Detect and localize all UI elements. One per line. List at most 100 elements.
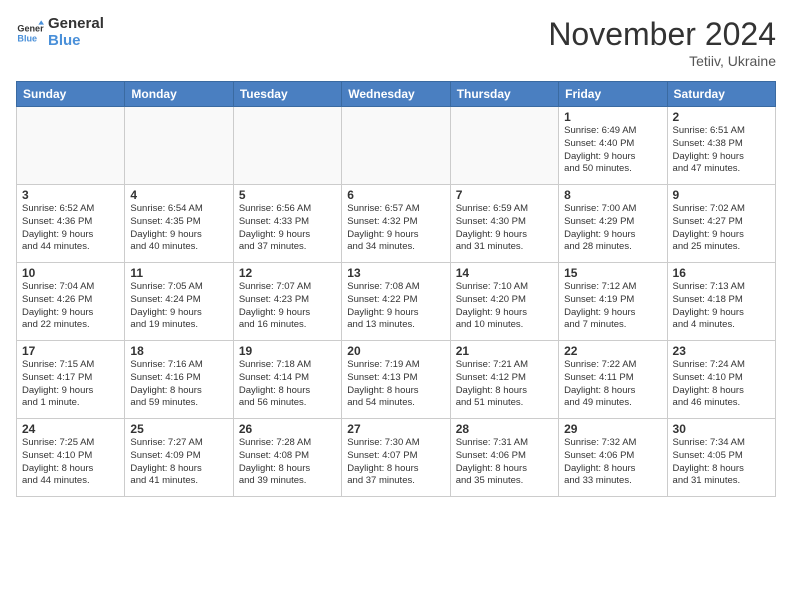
calendar-cell: 25Sunrise: 7:27 AMSunset: 4:09 PMDayligh… xyxy=(125,419,233,497)
day-number: 5 xyxy=(239,188,336,202)
day-number: 20 xyxy=(347,344,444,358)
weekday-header-friday: Friday xyxy=(559,82,667,107)
day-info: Sunrise: 7:15 AMSunset: 4:17 PMDaylight:… xyxy=(22,359,119,410)
day-number: 17 xyxy=(22,344,119,358)
calendar-week-3: 10Sunrise: 7:04 AMSunset: 4:26 PMDayligh… xyxy=(17,263,776,341)
day-info: Sunrise: 6:49 AMSunset: 4:40 PMDaylight:… xyxy=(564,125,661,176)
calendar-cell: 24Sunrise: 7:25 AMSunset: 4:10 PMDayligh… xyxy=(17,419,125,497)
calendar-cell: 14Sunrise: 7:10 AMSunset: 4:20 PMDayligh… xyxy=(450,263,558,341)
day-info: Sunrise: 6:51 AMSunset: 4:38 PMDaylight:… xyxy=(673,125,770,176)
day-number: 27 xyxy=(347,422,444,436)
day-info: Sunrise: 7:24 AMSunset: 4:10 PMDaylight:… xyxy=(673,359,770,410)
day-number: 28 xyxy=(456,422,553,436)
day-info: Sunrise: 7:08 AMSunset: 4:22 PMDaylight:… xyxy=(347,281,444,332)
weekday-header-row: SundayMondayTuesdayWednesdayThursdayFrid… xyxy=(17,82,776,107)
day-info: Sunrise: 6:59 AMSunset: 4:30 PMDaylight:… xyxy=(456,203,553,254)
day-number: 15 xyxy=(564,266,661,280)
day-number: 4 xyxy=(130,188,227,202)
page-container: General Blue General Blue November 2024 … xyxy=(0,0,792,505)
calendar-cell: 19Sunrise: 7:18 AMSunset: 4:14 PMDayligh… xyxy=(233,341,341,419)
logo-icon: General Blue xyxy=(16,19,44,47)
day-number: 11 xyxy=(130,266,227,280)
calendar-week-5: 24Sunrise: 7:25 AMSunset: 4:10 PMDayligh… xyxy=(17,419,776,497)
day-info: Sunrise: 7:28 AMSunset: 4:08 PMDaylight:… xyxy=(239,437,336,488)
day-number: 24 xyxy=(22,422,119,436)
day-number: 30 xyxy=(673,422,770,436)
day-info: Sunrise: 7:02 AMSunset: 4:27 PMDaylight:… xyxy=(673,203,770,254)
svg-text:General: General xyxy=(17,23,44,33)
logo-general: General xyxy=(48,16,104,33)
day-info: Sunrise: 7:27 AMSunset: 4:09 PMDaylight:… xyxy=(130,437,227,488)
day-info: Sunrise: 7:30 AMSunset: 4:07 PMDaylight:… xyxy=(347,437,444,488)
calendar-cell xyxy=(125,107,233,185)
day-number: 10 xyxy=(22,266,119,280)
day-info: Sunrise: 7:10 AMSunset: 4:20 PMDaylight:… xyxy=(456,281,553,332)
logo-blue: Blue xyxy=(48,33,104,50)
weekday-header-wednesday: Wednesday xyxy=(342,82,450,107)
calendar-week-4: 17Sunrise: 7:15 AMSunset: 4:17 PMDayligh… xyxy=(17,341,776,419)
calendar-cell: 18Sunrise: 7:16 AMSunset: 4:16 PMDayligh… xyxy=(125,341,233,419)
weekday-header-monday: Monday xyxy=(125,82,233,107)
calendar-week-1: 1Sunrise: 6:49 AMSunset: 4:40 PMDaylight… xyxy=(17,107,776,185)
day-number: 13 xyxy=(347,266,444,280)
day-info: Sunrise: 6:57 AMSunset: 4:32 PMDaylight:… xyxy=(347,203,444,254)
day-info: Sunrise: 6:52 AMSunset: 4:36 PMDaylight:… xyxy=(22,203,119,254)
calendar-cell: 23Sunrise: 7:24 AMSunset: 4:10 PMDayligh… xyxy=(667,341,775,419)
calendar-cell: 29Sunrise: 7:32 AMSunset: 4:06 PMDayligh… xyxy=(559,419,667,497)
day-info: Sunrise: 7:07 AMSunset: 4:23 PMDaylight:… xyxy=(239,281,336,332)
location: Tetiiv, Ukraine xyxy=(548,53,776,69)
day-info: Sunrise: 7:05 AMSunset: 4:24 PMDaylight:… xyxy=(130,281,227,332)
day-number: 21 xyxy=(456,344,553,358)
day-info: Sunrise: 7:21 AMSunset: 4:12 PMDaylight:… xyxy=(456,359,553,410)
day-info: Sunrise: 7:32 AMSunset: 4:06 PMDaylight:… xyxy=(564,437,661,488)
day-number: 23 xyxy=(673,344,770,358)
day-number: 3 xyxy=(22,188,119,202)
day-info: Sunrise: 7:00 AMSunset: 4:29 PMDaylight:… xyxy=(564,203,661,254)
day-info: Sunrise: 7:22 AMSunset: 4:11 PMDaylight:… xyxy=(564,359,661,410)
day-info: Sunrise: 6:54 AMSunset: 4:35 PMDaylight:… xyxy=(130,203,227,254)
calendar-cell: 12Sunrise: 7:07 AMSunset: 4:23 PMDayligh… xyxy=(233,263,341,341)
weekday-header-thursday: Thursday xyxy=(450,82,558,107)
calendar-week-2: 3Sunrise: 6:52 AMSunset: 4:36 PMDaylight… xyxy=(17,185,776,263)
calendar-cell: 15Sunrise: 7:12 AMSunset: 4:19 PMDayligh… xyxy=(559,263,667,341)
calendar-cell: 30Sunrise: 7:34 AMSunset: 4:05 PMDayligh… xyxy=(667,419,775,497)
calendar-cell: 20Sunrise: 7:19 AMSunset: 4:13 PMDayligh… xyxy=(342,341,450,419)
day-info: Sunrise: 7:12 AMSunset: 4:19 PMDaylight:… xyxy=(564,281,661,332)
calendar-cell: 28Sunrise: 7:31 AMSunset: 4:06 PMDayligh… xyxy=(450,419,558,497)
day-number: 7 xyxy=(456,188,553,202)
day-info: Sunrise: 7:04 AMSunset: 4:26 PMDaylight:… xyxy=(22,281,119,332)
day-number: 8 xyxy=(564,188,661,202)
day-number: 25 xyxy=(130,422,227,436)
day-info: Sunrise: 7:34 AMSunset: 4:05 PMDaylight:… xyxy=(673,437,770,488)
day-info: Sunrise: 7:31 AMSunset: 4:06 PMDaylight:… xyxy=(456,437,553,488)
day-info: Sunrise: 7:25 AMSunset: 4:10 PMDaylight:… xyxy=(22,437,119,488)
calendar-cell xyxy=(342,107,450,185)
day-info: Sunrise: 7:13 AMSunset: 4:18 PMDaylight:… xyxy=(673,281,770,332)
calendar-cell: 8Sunrise: 7:00 AMSunset: 4:29 PMDaylight… xyxy=(559,185,667,263)
calendar-cell: 7Sunrise: 6:59 AMSunset: 4:30 PMDaylight… xyxy=(450,185,558,263)
title-block: November 2024 Tetiiv, Ukraine xyxy=(548,16,776,69)
day-number: 18 xyxy=(130,344,227,358)
calendar-table: SundayMondayTuesdayWednesdayThursdayFrid… xyxy=(16,81,776,497)
calendar-cell xyxy=(233,107,341,185)
calendar-cell xyxy=(450,107,558,185)
day-number: 2 xyxy=(673,110,770,124)
calendar-cell: 9Sunrise: 7:02 AMSunset: 4:27 PMDaylight… xyxy=(667,185,775,263)
day-number: 26 xyxy=(239,422,336,436)
calendar-cell: 26Sunrise: 7:28 AMSunset: 4:08 PMDayligh… xyxy=(233,419,341,497)
day-info: Sunrise: 7:18 AMSunset: 4:14 PMDaylight:… xyxy=(239,359,336,410)
logo: General Blue General Blue xyxy=(16,16,104,49)
calendar-cell xyxy=(17,107,125,185)
weekday-header-saturday: Saturday xyxy=(667,82,775,107)
weekday-header-sunday: Sunday xyxy=(17,82,125,107)
calendar-cell: 13Sunrise: 7:08 AMSunset: 4:22 PMDayligh… xyxy=(342,263,450,341)
day-number: 1 xyxy=(564,110,661,124)
day-info: Sunrise: 6:56 AMSunset: 4:33 PMDaylight:… xyxy=(239,203,336,254)
calendar-cell: 10Sunrise: 7:04 AMSunset: 4:26 PMDayligh… xyxy=(17,263,125,341)
calendar-cell: 3Sunrise: 6:52 AMSunset: 4:36 PMDaylight… xyxy=(17,185,125,263)
day-number: 22 xyxy=(564,344,661,358)
day-number: 19 xyxy=(239,344,336,358)
day-number: 14 xyxy=(456,266,553,280)
calendar-cell: 5Sunrise: 6:56 AMSunset: 4:33 PMDaylight… xyxy=(233,185,341,263)
calendar-cell: 4Sunrise: 6:54 AMSunset: 4:35 PMDaylight… xyxy=(125,185,233,263)
